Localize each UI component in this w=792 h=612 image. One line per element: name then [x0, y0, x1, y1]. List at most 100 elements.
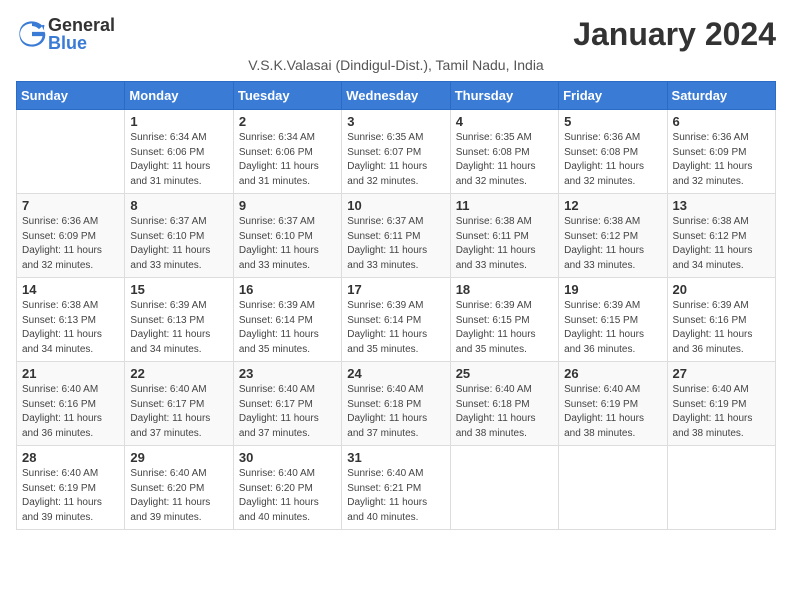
calendar-cell: 3 Sunrise: 6:35 AM Sunset: 6:07 PM Daylig… — [342, 110, 450, 194]
day-info: Sunrise: 6:39 AM Sunset: 6:14 PM Dayligh… — [239, 299, 336, 357]
day-info: Sunrise: 6:38 AM Sunset: 6:12 PM Dayligh… — [564, 215, 661, 273]
day-number: 10 — [347, 198, 444, 213]
day-number: 7 — [22, 198, 119, 213]
day-info: Sunrise: 6:36 AM Sunset: 6:09 PM Dayligh… — [673, 131, 770, 189]
day-number: 15 — [130, 282, 227, 297]
day-info: Sunrise: 6:40 AM Sunset: 6:21 PM Dayligh… — [347, 467, 444, 525]
header-cell-monday: Monday — [125, 82, 233, 110]
day-number: 11 — [456, 198, 553, 213]
calendar-cell: 2 Sunrise: 6:34 AM Sunset: 6:06 PM Daylig… — [233, 110, 341, 194]
calendar-cell: 9 Sunrise: 6:37 AM Sunset: 6:10 PM Daylig… — [233, 194, 341, 278]
calendar-cell: 16 Sunrise: 6:39 AM Sunset: 6:14 PM Dayli… — [233, 278, 341, 362]
day-info: Sunrise: 6:39 AM Sunset: 6:15 PM Dayligh… — [456, 299, 553, 357]
calendar-cell: 28 Sunrise: 6:40 AM Sunset: 6:19 PM Dayli… — [17, 446, 125, 530]
logo-general: General — [48, 16, 115, 34]
day-info: Sunrise: 6:36 AM Sunset: 6:08 PM Dayligh… — [564, 131, 661, 189]
day-info: Sunrise: 6:40 AM Sunset: 6:19 PM Dayligh… — [673, 383, 770, 441]
logo-icon — [18, 20, 46, 48]
calendar-cell: 23 Sunrise: 6:40 AM Sunset: 6:17 PM Dayli… — [233, 362, 341, 446]
day-info: Sunrise: 6:38 AM Sunset: 6:12 PM Dayligh… — [673, 215, 770, 273]
calendar-cell: 5Sunrise: 6:36 AM Sunset: 6:08 PM Daylig… — [559, 110, 667, 194]
calendar-cell: 17 Sunrise: 6:39 AM Sunset: 6:14 PM Dayli… — [342, 278, 450, 362]
day-number: 2 — [239, 114, 336, 129]
day-number: 9 — [239, 198, 336, 213]
calendar-cell: 14 Sunrise: 6:38 AM Sunset: 6:13 PM Dayli… — [17, 278, 125, 362]
calendar-cell: 19 Sunrise: 6:39 AM Sunset: 6:15 PM Dayli… — [559, 278, 667, 362]
calendar-cell — [17, 110, 125, 194]
day-number: 4 — [456, 114, 553, 129]
day-info: Sunrise: 6:40 AM Sunset: 6:19 PM Dayligh… — [564, 383, 661, 441]
day-info: Sunrise: 6:38 AM Sunset: 6:13 PM Dayligh… — [22, 299, 119, 357]
header-cell-tuesday: Tuesday — [233, 82, 341, 110]
calendar-cell: 11 Sunrise: 6:38 AM Sunset: 6:11 PM Dayli… — [450, 194, 558, 278]
calendar-cell: 1Sunrise: 6:34 AM Sunset: 6:06 PM Daylig… — [125, 110, 233, 194]
week-row-1: 1Sunrise: 6:34 AM Sunset: 6:06 PM Daylig… — [17, 110, 776, 194]
week-row-4: 21 Sunrise: 6:40 AM Sunset: 6:16 PM Dayli… — [17, 362, 776, 446]
month-title: January 2024 — [573, 16, 776, 53]
day-info: Sunrise: 6:40 AM Sunset: 6:18 PM Dayligh… — [347, 383, 444, 441]
week-row-3: 14 Sunrise: 6:38 AM Sunset: 6:13 PM Dayli… — [17, 278, 776, 362]
day-number: 8 — [130, 198, 227, 213]
header-cell-friday: Friday — [559, 82, 667, 110]
day-number: 3 — [347, 114, 444, 129]
logo: General Blue — [16, 16, 115, 52]
week-row-2: 7 Sunrise: 6:36 AM Sunset: 6:09 PM Daylig… — [17, 194, 776, 278]
day-number: 30 — [239, 450, 336, 465]
calendar-cell: 12 Sunrise: 6:38 AM Sunset: 6:12 PM Dayli… — [559, 194, 667, 278]
day-info: Sunrise: 6:37 AM Sunset: 6:10 PM Dayligh… — [130, 215, 227, 273]
day-info: Sunrise: 6:39 AM Sunset: 6:13 PM Dayligh… — [130, 299, 227, 357]
page-container: General Blue January 2024 V.S.K.Valasai … — [16, 16, 776, 530]
calendar-cell: 31Sunrise: 6:40 AM Sunset: 6:21 PM Dayli… — [342, 446, 450, 530]
calendar-cell: 6 Sunrise: 6:36 AM Sunset: 6:09 PM Daylig… — [667, 110, 775, 194]
subtitle: V.S.K.Valasai (Dindigul-Dist.), Tamil Na… — [16, 57, 776, 73]
calendar-cell: 26 Sunrise: 6:40 AM Sunset: 6:19 PM Dayli… — [559, 362, 667, 446]
calendar-cell: 7 Sunrise: 6:36 AM Sunset: 6:09 PM Daylig… — [17, 194, 125, 278]
day-info: Sunrise: 6:40 AM Sunset: 6:17 PM Dayligh… — [130, 383, 227, 441]
day-info: Sunrise: 6:40 AM Sunset: 6:20 PM Dayligh… — [130, 467, 227, 525]
day-info: Sunrise: 6:40 AM Sunset: 6:17 PM Dayligh… — [239, 383, 336, 441]
calendar-cell: 30 Sunrise: 6:40 AM Sunset: 6:20 PM Dayli… — [233, 446, 341, 530]
calendar-cell: 20Sunrise: 6:39 AM Sunset: 6:16 PM Dayli… — [667, 278, 775, 362]
calendar-cell: 22 Sunrise: 6:40 AM Sunset: 6:17 PM Dayli… — [125, 362, 233, 446]
day-number: 24 — [347, 366, 444, 381]
calendar-cell — [450, 446, 558, 530]
day-info: Sunrise: 6:35 AM Sunset: 6:07 PM Dayligh… — [347, 131, 444, 189]
day-info: Sunrise: 6:40 AM Sunset: 6:16 PM Dayligh… — [22, 383, 119, 441]
calendar-cell: 4 Sunrise: 6:35 AM Sunset: 6:08 PM Daylig… — [450, 110, 558, 194]
day-info: Sunrise: 6:39 AM Sunset: 6:15 PM Dayligh… — [564, 299, 661, 357]
calendar-cell — [667, 446, 775, 530]
day-info: Sunrise: 6:34 AM Sunset: 6:06 PM Dayligh… — [130, 131, 227, 189]
calendar-cell: 18 Sunrise: 6:39 AM Sunset: 6:15 PM Dayli… — [450, 278, 558, 362]
header-cell-wednesday: Wednesday — [342, 82, 450, 110]
day-number: 12 — [564, 198, 661, 213]
day-info: Sunrise: 6:38 AM Sunset: 6:11 PM Dayligh… — [456, 215, 553, 273]
day-info: Sunrise: 6:37 AM Sunset: 6:10 PM Dayligh… — [239, 215, 336, 273]
day-info: Sunrise: 6:36 AM Sunset: 6:09 PM Dayligh… — [22, 215, 119, 273]
day-number: 16 — [239, 282, 336, 297]
day-number: 28 — [22, 450, 119, 465]
calendar-cell — [559, 446, 667, 530]
header-row: SundayMondayTuesdayWednesdayThursdayFrid… — [17, 82, 776, 110]
calendar-cell: 8 Sunrise: 6:37 AM Sunset: 6:10 PM Daylig… — [125, 194, 233, 278]
day-number: 17 — [347, 282, 444, 297]
day-number: 18 — [456, 282, 553, 297]
day-info: Sunrise: 6:39 AM Sunset: 6:16 PM Dayligh… — [673, 299, 770, 357]
day-number: 6 — [673, 114, 770, 129]
day-info: Sunrise: 6:34 AM Sunset: 6:06 PM Dayligh… — [239, 131, 336, 189]
calendar-cell: 29Sunrise: 6:40 AM Sunset: 6:20 PM Dayli… — [125, 446, 233, 530]
calendar-cell: 25Sunrise: 6:40 AM Sunset: 6:18 PM Dayli… — [450, 362, 558, 446]
calendar-table: SundayMondayTuesdayWednesdayThursdayFrid… — [16, 81, 776, 530]
day-number: 26 — [564, 366, 661, 381]
calendar-cell: 13Sunrise: 6:38 AM Sunset: 6:12 PM Dayli… — [667, 194, 775, 278]
day-info: Sunrise: 6:40 AM Sunset: 6:19 PM Dayligh… — [22, 467, 119, 525]
day-number: 14 — [22, 282, 119, 297]
day-info: Sunrise: 6:40 AM Sunset: 6:20 PM Dayligh… — [239, 467, 336, 525]
week-row-5: 28 Sunrise: 6:40 AM Sunset: 6:19 PM Dayli… — [17, 446, 776, 530]
day-number: 19 — [564, 282, 661, 297]
day-info: Sunrise: 6:39 AM Sunset: 6:14 PM Dayligh… — [347, 299, 444, 357]
day-number: 22 — [130, 366, 227, 381]
day-info: Sunrise: 6:35 AM Sunset: 6:08 PM Dayligh… — [456, 131, 553, 189]
day-number: 21 — [22, 366, 119, 381]
day-number: 23 — [239, 366, 336, 381]
header-cell-saturday: Saturday — [667, 82, 775, 110]
